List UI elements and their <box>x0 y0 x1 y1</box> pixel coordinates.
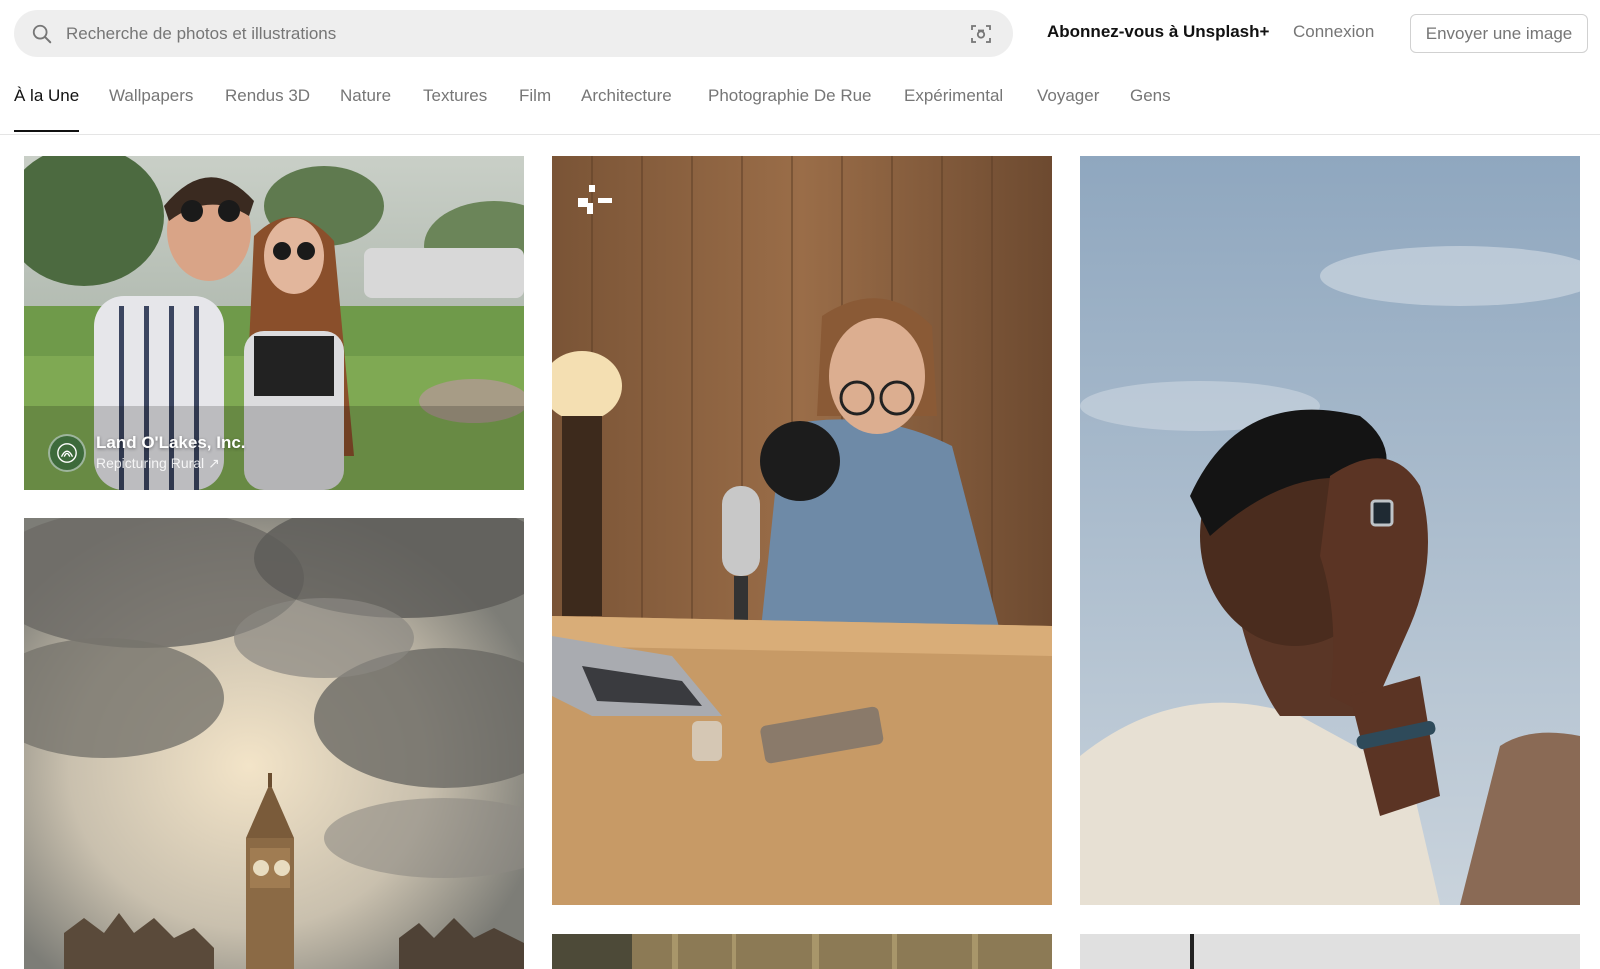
photo-gray-partial[interactable] <box>1080 934 1580 969</box>
author-avatar[interactable] <box>48 433 86 472</box>
search-icon[interactable] <box>31 23 53 45</box>
tab-a-la-une[interactable]: À la Une <box>14 86 80 132</box>
unsplash-plus-icon <box>578 185 612 214</box>
photo-couple[interactable]: Land O'Lakes, Inc. Repicturing Rural ↗ <box>24 156 524 490</box>
tab-film[interactable]: Film <box>519 86 551 130</box>
submit-image-button[interactable]: Envoyer une image <box>1410 14 1588 53</box>
photo-man-portrait[interactable] <box>1080 156 1580 905</box>
tab-photographie-de-rue[interactable]: Photographie De Rue <box>708 86 872 130</box>
category-tabs: À la Une Wallpapers Rendus 3D Nature Tex… <box>0 70 1600 135</box>
photo-podcast[interactable] <box>552 156 1052 905</box>
tab-gens[interactable]: Gens <box>1130 86 1171 130</box>
tab-nature[interactable]: Nature <box>340 86 391 130</box>
tab-wallpapers[interactable]: Wallpapers <box>109 86 193 130</box>
search-bar[interactable] <box>14 10 1013 57</box>
login-link[interactable]: Connexion <box>1293 22 1374 42</box>
tab-textures[interactable]: Textures <box>423 86 487 130</box>
unsplash-plus-link[interactable]: Abonnez-vous à Unsplash+ <box>1047 22 1269 42</box>
search-input[interactable] <box>66 18 926 49</box>
photo-author-overlay[interactable]: Land O'Lakes, Inc. Repicturing Rural ↗ <box>48 433 246 472</box>
visual-search-icon[interactable] <box>969 22 993 46</box>
author-name[interactable]: Land O'Lakes, Inc. <box>96 433 246 453</box>
tab-rendus-3d[interactable]: Rendus 3D <box>225 86 310 130</box>
tab-architecture[interactable]: Architecture <box>581 86 672 130</box>
tab-voyager[interactable]: Voyager <box>1037 86 1099 130</box>
tab-experimental[interactable]: Expérimental <box>904 86 1003 130</box>
photo-big-ben[interactable] <box>24 518 524 969</box>
photo-forest-partial[interactable] <box>552 934 1052 969</box>
brand-logo-icon <box>57 442 77 463</box>
author-campaign-link[interactable]: Repicturing Rural ↗ <box>96 455 246 472</box>
